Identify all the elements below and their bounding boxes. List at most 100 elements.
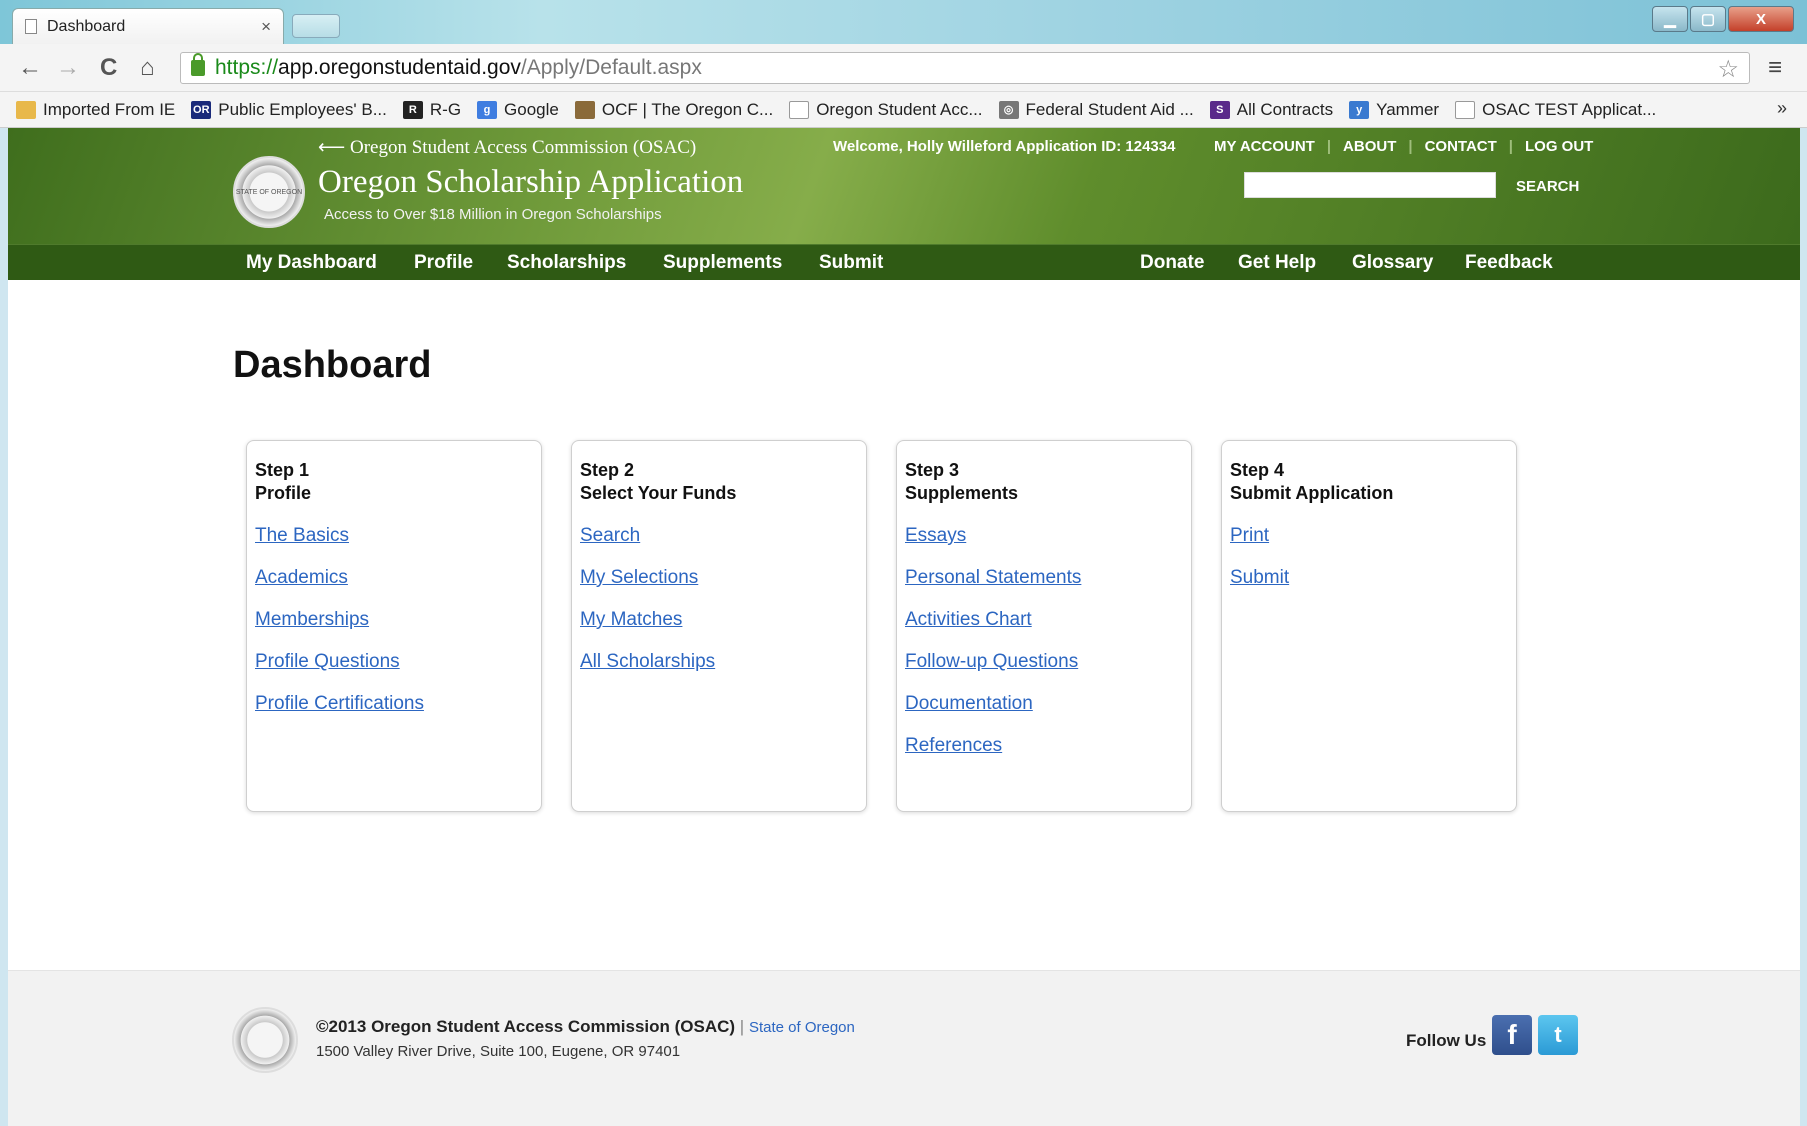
link-profile-questions[interactable]: Profile Questions <box>255 651 533 673</box>
bookmark-label: R-G <box>429 99 462 119</box>
log-out-link[interactable]: LOG OUT <box>1513 138 1605 155</box>
bookmark-item[interactable]: Oregon Student Acc... <box>789 100 983 120</box>
bookmark-item[interactable]: OR Public Employees' B... <box>191 100 387 120</box>
link-personal-statements[interactable]: Personal Statements <box>905 567 1183 589</box>
contact-link[interactable]: CONTACT <box>1413 138 1509 155</box>
site-page: STATE OF OREGON ⟵ Oregon Student Access … <box>8 128 1800 1126</box>
nav-supplements[interactable]: Supplements <box>663 252 782 274</box>
link-all-scholarships[interactable]: All Scholarships <box>580 651 858 673</box>
link-my-selections[interactable]: My Selections <box>580 567 858 589</box>
divider: | <box>739 1017 745 1036</box>
bookmark-item[interactable]: Imported From IE <box>16 100 175 120</box>
browser-tab-dashboard[interactable]: Dashboard × <box>12 8 284 44</box>
new-tab-button[interactable] <box>292 14 340 38</box>
forward-arrow-icon[interactable]: → <box>56 54 80 82</box>
step-title: Submit Application <box>1230 483 1394 503</box>
state-of-oregon-link[interactable]: State of Oregon <box>749 1019 855 1036</box>
my-account-link[interactable]: MY ACCOUNT <box>1202 138 1327 155</box>
bookmark-item[interactable]: OSAC TEST Applicat... <box>1455 100 1656 120</box>
bookmark-label: OSAC TEST Applicat... <box>1482 99 1657 119</box>
link-the-basics[interactable]: The Basics <box>255 525 533 547</box>
bookmark-label: Public Employees' B... <box>218 99 387 119</box>
follow-us-label: Follow Us <box>1406 1031 1487 1050</box>
step-links: Essays Personal Statements Activities Ch… <box>905 525 1183 757</box>
more-bookmarks-icon[interactable]: » <box>1777 98 1787 119</box>
title-bar: Dashboard × ▁ ▢ X <box>0 0 1807 44</box>
link-memberships[interactable]: Memberships <box>255 609 533 631</box>
step-number: Step 2 <box>580 460 635 480</box>
link-follow-up-questions[interactable]: Follow-up Questions <box>905 651 1183 673</box>
link-search[interactable]: Search <box>580 525 858 547</box>
facebook-icon[interactable]: f <box>1492 1015 1532 1055</box>
close-tab-icon[interactable]: × <box>261 17 271 37</box>
oregon-seal-logo <box>232 1007 298 1073</box>
link-profile-certifications[interactable]: Profile Certifications <box>255 693 533 715</box>
home-icon[interactable]: ⌂ <box>140 54 155 82</box>
maximize-button[interactable]: ▢ <box>1690 6 1726 32</box>
url-scheme: https:// <box>215 56 279 79</box>
bookmark-item[interactable]: R R-G <box>402 99 462 120</box>
step-card-4: Step 4 Submit Application Print Submit <box>1221 440 1517 812</box>
fsa-icon: ◎ <box>998 100 1019 119</box>
nav-get-help[interactable]: Get Help <box>1238 252 1316 274</box>
rg-icon: R <box>402 100 423 119</box>
step-number: Step 3 <box>905 460 960 480</box>
minimize-button[interactable]: ▁ <box>1652 6 1688 32</box>
about-link[interactable]: ABOUT <box>1331 138 1408 155</box>
reload-icon[interactable]: C <box>100 54 117 82</box>
app-title[interactable]: Oregon Scholarship Application <box>318 164 743 201</box>
link-submit[interactable]: Submit <box>1230 567 1508 589</box>
browser-menu-icon[interactable]: ≡ <box>1768 54 1782 82</box>
back-arrow-icon[interactable]: ← <box>18 54 42 82</box>
bookmark-item[interactable]: OCF | The Oregon C... <box>574 99 774 120</box>
step-links: Search My Selections My Matches All Scho… <box>580 525 858 673</box>
bookmark-label: Google <box>504 99 559 119</box>
twitter-icon[interactable]: t <box>1538 1015 1578 1055</box>
seal-text: STATE OF OREGON <box>235 188 303 196</box>
link-activities-chart[interactable]: Activities Chart <box>905 609 1183 631</box>
welcome-message: Welcome, Holly Willeford Application ID:… <box>833 138 1176 155</box>
bookmark-item[interactable]: ◎ Federal Student Aid ... <box>998 100 1194 120</box>
bookmark-label: OCF | The Oregon C... <box>601 99 774 119</box>
step-links: Print Submit <box>1230 525 1508 589</box>
link-documentation[interactable]: Documentation <box>905 693 1183 715</box>
nav-scholarships[interactable]: Scholarships <box>507 252 626 274</box>
nav-my-dashboard[interactable]: My Dashboard <box>246 252 377 274</box>
address-bar[interactable]: https:// app.oregonstudentaid.gov /Apply… <box>180 52 1750 84</box>
main-nav: My Dashboard Profile Scholarships Supple… <box>8 244 1800 280</box>
utility-links: MY ACCOUNT | ABOUT | CONTACT | LOG OUT <box>1202 138 1605 155</box>
oregon-seal-logo[interactable]: STATE OF OREGON <box>233 156 305 228</box>
copyright-line: ©2013 Oregon Student Access Commission (… <box>316 1017 855 1037</box>
copyright-text: ©2013 Oregon Student Access Commission (… <box>316 1017 736 1036</box>
or-icon: OR <box>191 100 212 119</box>
bookmark-item[interactable]: g Google <box>477 100 559 120</box>
link-essays[interactable]: Essays <box>905 525 1183 547</box>
ocf-icon <box>574 100 595 119</box>
site-search-button[interactable]: SEARCH <box>1516 178 1579 195</box>
bookmark-item[interactable]: y Yammer <box>1349 100 1439 120</box>
bookmark-label: All Contracts <box>1236 99 1334 119</box>
site-search-input[interactable] <box>1244 172 1496 198</box>
bookmark-label: Imported From IE <box>43 99 176 119</box>
nav-donate[interactable]: Donate <box>1140 252 1204 274</box>
link-references[interactable]: References <box>905 735 1183 757</box>
lock-icon <box>191 53 205 76</box>
nav-submit[interactable]: Submit <box>819 252 883 274</box>
page-icon <box>25 19 37 34</box>
nav-feedback[interactable]: Feedback <box>1465 252 1553 274</box>
page-title: Dashboard <box>233 344 432 386</box>
step-card-1: Step 1 Profile The Basics Academics Memb… <box>246 440 542 812</box>
osac-back-link[interactable]: ⟵ Oregon Student Access Commission (OSAC… <box>318 136 696 159</box>
close-window-button[interactable]: X <box>1728 6 1794 32</box>
bookmark-star-icon[interactable]: ☆ <box>1717 55 1739 84</box>
bookmark-item[interactable]: S All Contracts <box>1209 99 1334 120</box>
link-my-matches[interactable]: My Matches <box>580 609 858 631</box>
site-header: STATE OF OREGON ⟵ Oregon Student Access … <box>8 128 1800 244</box>
link-print[interactable]: Print <box>1230 525 1508 547</box>
nav-glossary[interactable]: Glossary <box>1352 252 1433 274</box>
app-subtitle: Access to Over $18 Million in Oregon Sch… <box>324 206 662 223</box>
s-icon: S <box>1209 100 1230 119</box>
link-academics[interactable]: Academics <box>255 567 533 589</box>
page-icon <box>1455 100 1476 119</box>
nav-profile[interactable]: Profile <box>414 252 473 274</box>
